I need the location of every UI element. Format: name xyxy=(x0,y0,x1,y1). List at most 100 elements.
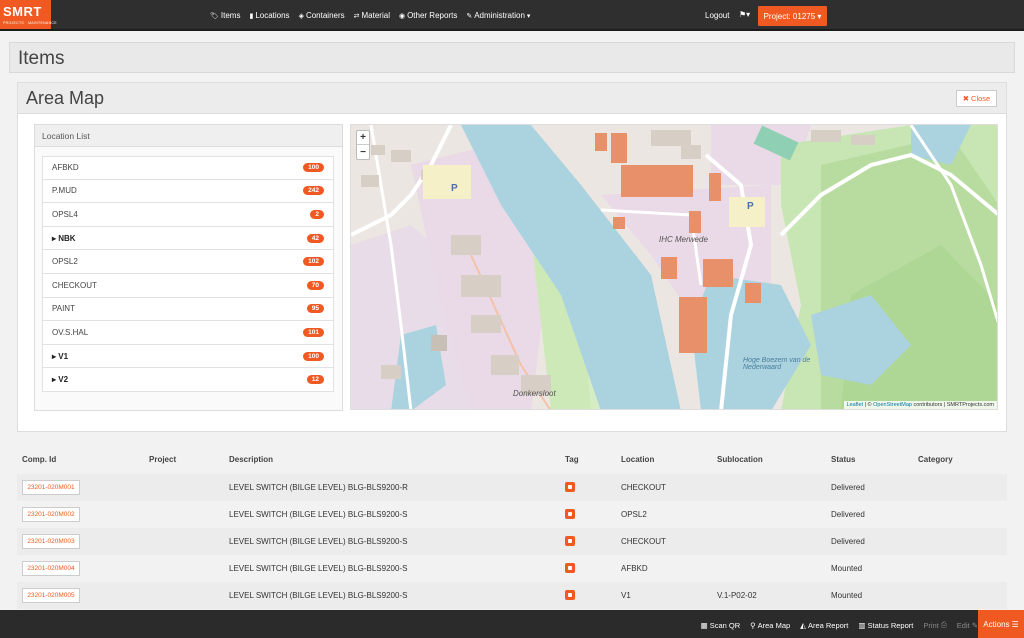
status-report-button[interactable]: ▥ Status Report xyxy=(858,620,913,630)
location-item[interactable]: CHECKOUT 70 xyxy=(42,273,334,298)
area-report-button[interactable]: ◭ Area Report xyxy=(800,620,848,630)
count-badge: 101 xyxy=(303,327,324,337)
tag-icon[interactable] xyxy=(565,482,575,492)
project-label: Project: 01275 xyxy=(763,11,816,21)
cell-status: Delivered xyxy=(831,510,865,519)
location-item[interactable]: ▸ V1 100 xyxy=(42,344,334,369)
location-item[interactable]: OPSL4 2 xyxy=(42,203,334,227)
col-tag[interactable]: Tag xyxy=(565,455,579,464)
col-comp-id[interactable]: Comp. Id xyxy=(22,455,56,464)
location-item[interactable]: ▸ NBK 42 xyxy=(42,226,334,251)
leaflet-link[interactable]: Leaflet xyxy=(847,402,864,408)
actions-label: Actions xyxy=(983,619,1010,629)
col-category[interactable]: Category xyxy=(918,455,953,464)
brand-logo[interactable]: SMRT PROJECTS · MAINTENANCE xyxy=(0,0,57,29)
scan-qr-button[interactable]: ▦ Scan QR xyxy=(701,620,741,630)
tag-icon[interactable] xyxy=(565,563,575,573)
close-button[interactable]: ✖ Close xyxy=(956,90,997,107)
actions-button[interactable]: Actions ☰ xyxy=(978,610,1024,638)
location-label: OV.S.HAL xyxy=(52,327,89,337)
brand-name: SMRT xyxy=(3,4,42,19)
col-project[interactable]: Project xyxy=(149,455,176,464)
location-label: V2 xyxy=(58,375,69,385)
cell-status: Mounted xyxy=(831,591,863,600)
nav-other-reports[interactable]: ◉ Other Reports xyxy=(399,11,457,20)
col-location[interactable]: Location xyxy=(621,455,654,464)
edit-label: Edit xyxy=(956,620,970,630)
nav-label: Material xyxy=(361,11,390,20)
items-header: Items xyxy=(9,42,1015,73)
comp-id-button[interactable]: 23201-020M002 xyxy=(22,507,80,522)
location-label: OPSL2 xyxy=(52,257,78,267)
table-header: Comp. Id Project Description Tag Locatio… xyxy=(17,452,1007,468)
area-chart-icon: ◭ xyxy=(800,620,806,630)
location-name: ▸ V1 xyxy=(52,352,68,361)
col-sublocation[interactable]: Sublocation xyxy=(717,455,763,464)
brand-tagline: PROJECTS · MAINTENANCE xyxy=(3,21,57,25)
col-status[interactable]: Status xyxy=(831,455,855,464)
area-map-button[interactable]: ⚲ Area Map xyxy=(750,620,790,630)
location-item[interactable]: P.MUD 242 xyxy=(42,179,334,204)
comp-id-button[interactable]: 23201-020M004 xyxy=(22,561,80,576)
top-navbar: SMRT PROJECTS · MAINTENANCE 🏷 Items ▮ Loca… xyxy=(0,0,1024,31)
area-map[interactable]: IHC Merwede Donkersloot Hoge Boezem van … xyxy=(350,124,998,410)
print-button[interactable]: Print ⎙ xyxy=(923,620,946,630)
location-name: PAINT xyxy=(52,304,75,313)
comp-id-button[interactable]: 23201-020M003 xyxy=(22,534,80,549)
cell-location: CHECKOUT xyxy=(621,483,666,492)
location-label: CHECKOUT xyxy=(52,280,97,290)
location-item[interactable]: OPSL2 102 xyxy=(42,250,334,274)
cell-location: V1 xyxy=(621,591,631,600)
area-report-label: Area Report xyxy=(807,620,849,630)
cell-status: Delivered xyxy=(831,483,865,492)
location-item[interactable]: ▸ V2 12 xyxy=(42,368,334,392)
table-row: 23201-020M001 LEVEL SWITCH (BILGE LEVEL) … xyxy=(17,474,1007,501)
osm-link[interactable]: OpenStreetMap xyxy=(873,402,912,408)
caret-down-icon: ▾ xyxy=(817,11,822,21)
nav-locations[interactable]: ▮ Locations xyxy=(249,11,289,20)
col-description[interactable]: Description xyxy=(229,455,273,464)
tag-icon[interactable] xyxy=(565,590,575,600)
tag-icon: 🏷 xyxy=(210,12,219,20)
print-label: Print xyxy=(923,620,939,630)
nav-material[interactable]: ⇄ Material xyxy=(354,11,390,20)
area-map-label: Area Map xyxy=(757,620,791,630)
map-label-parking: P xyxy=(451,183,458,194)
comp-id-button[interactable]: 23201-020M001 xyxy=(22,480,80,495)
project-button[interactable]: Project: 01275 ▾ xyxy=(758,6,827,26)
attribution-rest: contributors | SMRTProjects.com xyxy=(911,402,994,408)
comp-id-button[interactable]: 23201-020M005 xyxy=(22,588,80,603)
main-nav: 🏷 Items ▮ Locations ◈ Containers ⇄ Material … xyxy=(210,11,530,20)
map-label-park: Hoge Boezem van de Nederwaard xyxy=(743,357,811,371)
building-icon: ▮ xyxy=(249,12,254,20)
location-item[interactable]: PAINT 95 xyxy=(42,297,334,322)
location-item[interactable]: AFBKD 100 xyxy=(42,156,334,180)
scan-qr-label: Scan QR xyxy=(709,620,741,630)
count-badge: 95 xyxy=(306,304,324,314)
close-icon: ✖ xyxy=(962,94,970,103)
area-map-title: Area Map xyxy=(26,88,105,108)
count-badge: 100 xyxy=(303,351,324,361)
count-badge: 102 xyxy=(303,257,324,267)
bottom-actions: ▦ Scan QR ⚲ Area Map ◭ Area Report ▥ Status … xyxy=(701,620,978,630)
location-item[interactable]: OV.S.HAL 101 xyxy=(42,321,334,345)
nav-containers[interactable]: ◈ Containers xyxy=(299,11,345,20)
count-badge: 70 xyxy=(306,280,324,290)
cell-location: AFBKD xyxy=(621,564,648,573)
tag-icon[interactable] xyxy=(565,509,575,519)
zoom-in-button[interactable]: + xyxy=(357,131,369,145)
count-badge: 42 xyxy=(306,233,324,243)
nav-label: Locations xyxy=(255,11,290,20)
flag-icon[interactable]: ⚑▾ xyxy=(739,10,750,19)
area-map-header: Area Map ✖ Close xyxy=(18,83,1006,114)
nav-administration[interactable]: ✎ Administration ▾ xyxy=(466,11,530,20)
map-label-shipyard: IHC Merwede xyxy=(659,235,708,244)
nav-items[interactable]: 🏷 Items xyxy=(210,11,240,20)
tag-icon[interactable] xyxy=(565,536,575,546)
zoom-out-button[interactable]: − xyxy=(357,145,369,159)
table-row: 23201-020M003 LEVEL SWITCH (BILGE LEVEL) … xyxy=(17,528,1007,555)
close-label: Close xyxy=(971,94,991,103)
edit-button[interactable]: Edit ✎ xyxy=(957,620,978,630)
logout-link[interactable]: Logout xyxy=(705,11,729,20)
map-zoom-control: + − xyxy=(356,130,370,160)
